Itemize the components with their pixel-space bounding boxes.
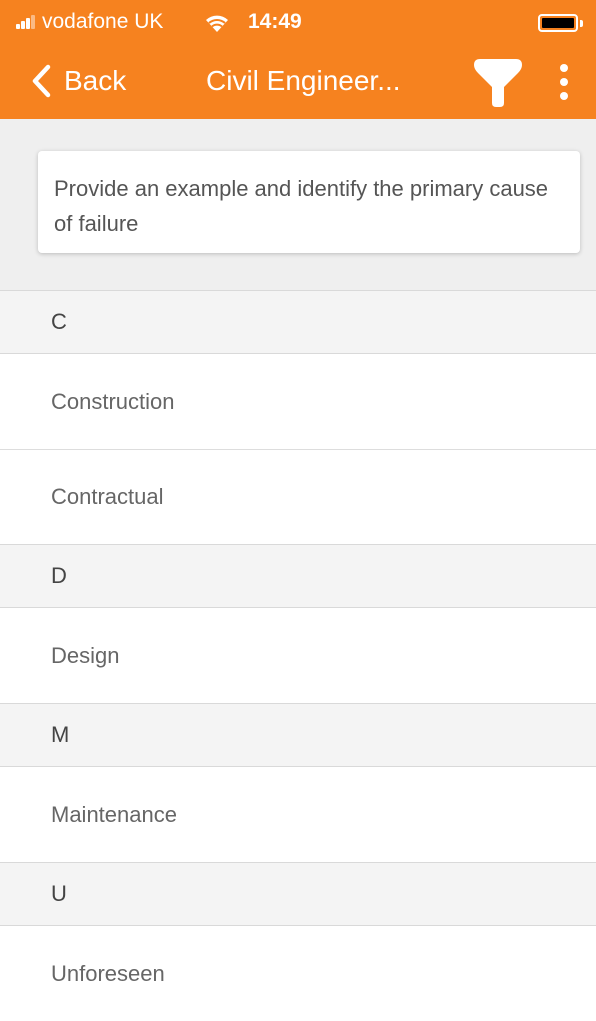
navigation-bar: Back Civil Engineer... bbox=[0, 45, 596, 119]
section-letter: M bbox=[51, 722, 70, 747]
list-item-label: Unforeseen bbox=[51, 960, 165, 986]
list-item-label: Contractual bbox=[51, 484, 164, 509]
back-button[interactable]: Back bbox=[30, 59, 150, 103]
list-item-label: Construction bbox=[51, 388, 175, 414]
section-letter: U bbox=[51, 881, 67, 906]
more-options-button[interactable] bbox=[548, 57, 580, 107]
section-letter: C bbox=[51, 309, 67, 334]
section-header-m: M bbox=[0, 703, 596, 767]
app-screen: vodafone UK 14:49 Back Civil Engineer... bbox=[0, 0, 596, 1021]
signal-strength-icon bbox=[16, 15, 38, 29]
vertical-ellipsis-icon bbox=[560, 64, 568, 72]
section-header-d: D bbox=[0, 544, 596, 608]
list-item-design[interactable]: Design bbox=[0, 608, 596, 703]
section-header-c: C bbox=[0, 290, 596, 354]
list-item-label: Maintenance bbox=[51, 801, 177, 827]
section-letter: D bbox=[51, 563, 67, 588]
list-item-unforeseen[interactable]: Unforeseen bbox=[0, 926, 596, 1021]
battery-tip bbox=[580, 20, 583, 27]
ellipsis-dot bbox=[560, 92, 568, 100]
wifi-icon bbox=[206, 15, 228, 32]
list-item-maintenance[interactable]: Maintenance bbox=[0, 767, 596, 862]
status-bar: vodafone UK 14:49 bbox=[0, 0, 596, 45]
ellipsis-dot bbox=[560, 78, 568, 86]
list-item-construction[interactable]: Construction bbox=[0, 354, 596, 449]
carrier-name: vodafone UK bbox=[42, 10, 164, 33]
back-label: Back bbox=[64, 65, 127, 96]
category-list: C Construction Contractual D Design M Ma… bbox=[0, 290, 596, 1021]
battery-icon bbox=[538, 14, 578, 32]
funnel-icon[interactable] bbox=[470, 55, 526, 111]
chevron-left-icon bbox=[32, 64, 51, 98]
question-card: Provide an example and identify the prim… bbox=[38, 151, 580, 253]
list-item-contractual[interactable]: Contractual bbox=[0, 449, 596, 544]
list-item-label: Design bbox=[51, 642, 120, 668]
page-title: Civil Engineer... bbox=[206, 65, 401, 96]
section-header-u: U bbox=[0, 862, 596, 926]
question-area: Provide an example and identify the prim… bbox=[0, 119, 596, 290]
question-text: Provide an example and identify the prim… bbox=[54, 176, 549, 236]
status-time: 14:49 bbox=[248, 10, 302, 33]
